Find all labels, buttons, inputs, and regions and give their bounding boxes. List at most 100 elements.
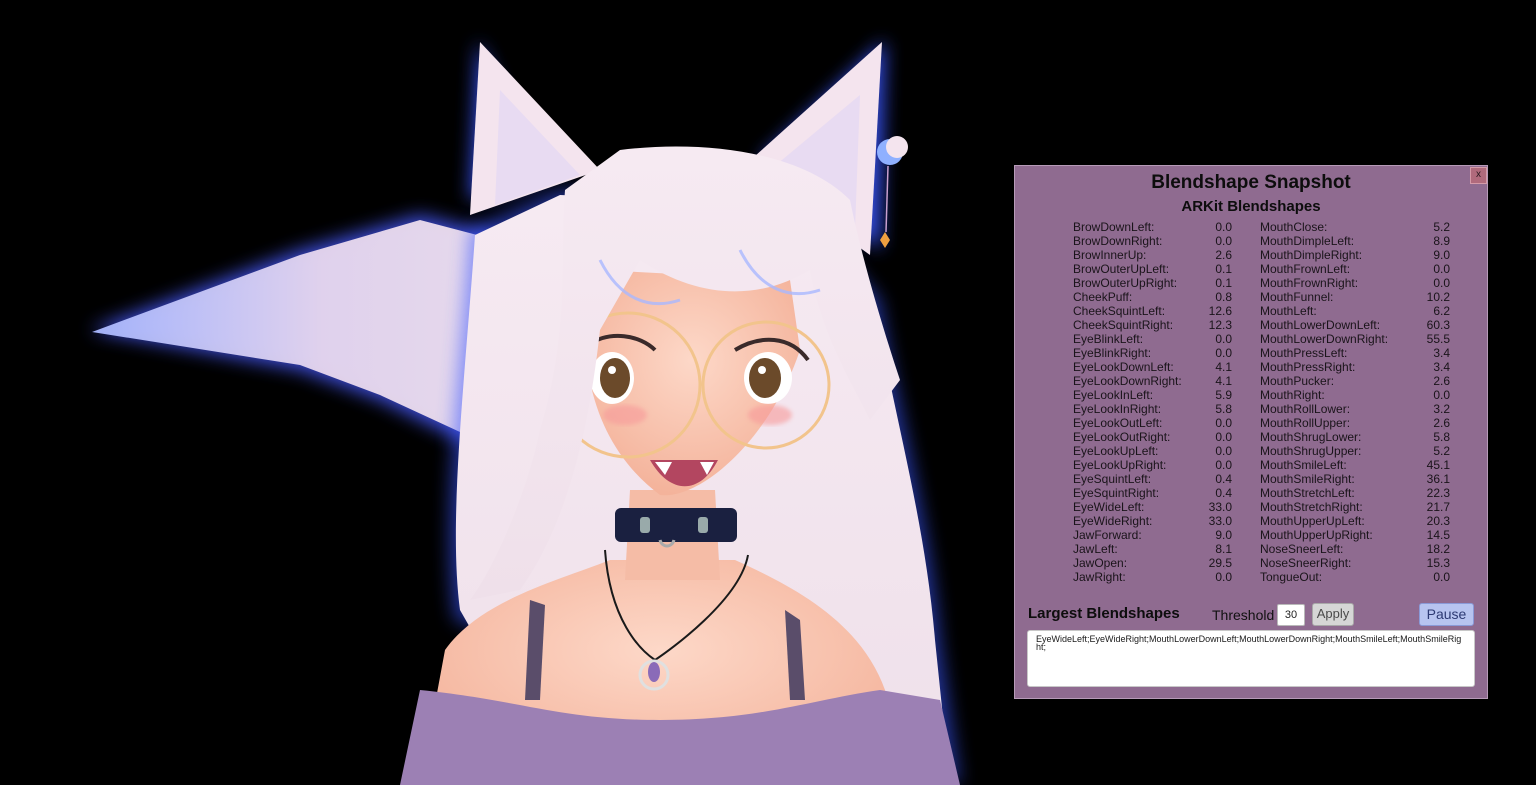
blendshape-value: 5.2 — [1433, 444, 1450, 458]
blendshape-value: 36.1 — [1426, 472, 1450, 486]
blendshape-value: 0.0 — [1433, 262, 1450, 276]
blendshape-value: 12.3 — [1208, 318, 1232, 332]
blendshape-row: EyeSquintLeft: 0.4 — [1073, 472, 1232, 486]
blendshape-value: 9.0 — [1215, 528, 1232, 542]
blendshape-row: MouthRollLower: 3.2 — [1260, 402, 1450, 416]
blendshape-value: 5.8 — [1433, 430, 1450, 444]
blendshape-name: BrowOuterUpRight: — [1073, 276, 1178, 290]
blendshape-value: 4.1 — [1215, 374, 1232, 388]
blendshape-value: 0.0 — [1215, 234, 1232, 248]
blendshape-name: CheekSquintLeft: — [1073, 304, 1166, 318]
blendshape-value: 0.0 — [1215, 570, 1232, 584]
blendshape-name: MouthPressRight: — [1260, 360, 1356, 374]
blendshape-name: NoseSneerLeft: — [1260, 542, 1344, 556]
blendshape-row: EyeSquintRight: 0.4 — [1073, 486, 1232, 500]
blendshape-value: 55.5 — [1426, 332, 1450, 346]
blendshape-row: MouthUpperUpLeft: 20.3 — [1260, 514, 1450, 528]
blendshape-row: JawForward: 9.0 — [1073, 528, 1232, 542]
blendshape-name: MouthPressLeft: — [1260, 346, 1348, 360]
blendshape-name: MouthUpperUpRight: — [1260, 528, 1373, 542]
largest-blendshapes-label: Largest Blendshapes — [1028, 605, 1180, 622]
blendshape-name: EyeWideRight: — [1073, 514, 1153, 528]
blendshape-name: MouthDimpleRight: — [1260, 248, 1363, 262]
blendshape-name: MouthLeft: — [1260, 304, 1317, 318]
blendshape-name: EyeLookInRight: — [1073, 402, 1162, 416]
panel-title: Blendshape Snapshot — [1151, 172, 1351, 193]
blendshape-name: MouthFrownLeft: — [1260, 262, 1351, 276]
blendshape-name: EyeLookOutLeft: — [1073, 416, 1163, 430]
blendshape-value: 3.4 — [1433, 360, 1450, 374]
blendshape-row: MouthUpperUpRight: 14.5 — [1260, 528, 1450, 542]
blendshape-value: 5.2 — [1433, 220, 1450, 234]
blendshape-row: MouthStretchRight: 21.7 — [1260, 500, 1450, 514]
blendshape-name: MouthLowerDownRight: — [1260, 332, 1389, 346]
blendshape-value: 0.0 — [1215, 332, 1232, 346]
blendshape-row: MouthRollUpper: 2.6 — [1260, 416, 1450, 430]
blendshape-value: 9.0 — [1433, 248, 1450, 262]
blendshape-row: EyeLookOutRight: 0.0 — [1073, 430, 1232, 444]
blendshape-value: 15.3 — [1426, 556, 1450, 570]
blendshape-value: 2.6 — [1215, 248, 1232, 262]
blendshape-row: EyeLookUpRight: 0.0 — [1073, 458, 1232, 472]
threshold-label: Threshold — [1212, 607, 1275, 623]
blendshape-name: MouthShrugLower: — [1260, 430, 1362, 444]
blendshape-name: NoseSneerRight: — [1260, 556, 1352, 570]
blendshape-row: MouthShrugUpper: 5.2 — [1260, 444, 1450, 458]
blendshape-row: MouthRight: 0.0 — [1260, 388, 1450, 402]
blendshape-value: 0.0 — [1433, 276, 1450, 290]
blendshape-name: EyeLookOutRight: — [1073, 430, 1171, 444]
blendshape-name: JawOpen: — [1073, 556, 1128, 570]
blendshape-name: EyeSquintRight: — [1073, 486, 1160, 500]
blendshape-name: BrowInnerUp: — [1073, 248, 1147, 262]
blendshape-value: 45.1 — [1426, 458, 1450, 472]
blendshape-name: MouthUpperUpLeft: — [1260, 514, 1365, 528]
blendshape-value: 0.4 — [1215, 486, 1232, 500]
blendshape-value: 33.0 — [1208, 500, 1232, 514]
blendshape-row: EyeLookDownRight: 4.1 — [1073, 374, 1232, 388]
blendshape-name: MouthRollLower: — [1260, 402, 1351, 416]
blendshape-row: MouthDimpleRight: 9.0 — [1260, 248, 1450, 262]
blendshape-row: EyeLookOutLeft: 0.0 — [1073, 416, 1232, 430]
blendshape-row: MouthShrugLower: 5.8 — [1260, 430, 1450, 444]
blendshape-value: 0.0 — [1215, 346, 1232, 360]
blendshape-row: MouthPressLeft: 3.4 — [1260, 346, 1450, 360]
blendshape-value: 0.0 — [1215, 430, 1232, 444]
blendshape-value: 18.2 — [1426, 542, 1450, 556]
blendshape-name: EyeWideLeft: — [1073, 500, 1145, 514]
blendshape-row: MouthPressRight: 3.4 — [1260, 360, 1450, 374]
blendshape-value: 22.3 — [1426, 486, 1450, 500]
blendshape-value: 6.2 — [1433, 304, 1450, 318]
blendshape-snapshot-panel: x Blendshape Snapshot ARKit Blendshapes … — [1014, 165, 1488, 699]
blendshape-value: 0.0 — [1215, 458, 1232, 472]
blendshape-row: BrowDownRight: 0.0 — [1073, 234, 1232, 248]
blendshape-row: MouthPucker: 2.6 — [1260, 374, 1450, 388]
blendshape-name: MouthFunnel: — [1260, 290, 1334, 304]
blendshape-row: MouthClose: 5.2 — [1260, 220, 1450, 234]
blendshape-value: 0.1 — [1215, 276, 1232, 290]
blendshape-name: MouthSmileLeft: — [1260, 458, 1347, 472]
blendshape-value: 3.2 — [1433, 402, 1450, 416]
blendshape-value: 0.0 — [1215, 220, 1232, 234]
blendshape-value: 20.3 — [1426, 514, 1450, 528]
blendshape-row: EyeWideRight: 33.0 — [1073, 514, 1232, 528]
blendshape-value: 2.6 — [1433, 374, 1450, 388]
pause-button[interactable]: Pause — [1419, 603, 1474, 626]
blendshape-value: 5.8 — [1215, 402, 1232, 416]
blendshape-name: EyeBlinkLeft: — [1073, 332, 1144, 346]
blendshape-name: CheekPuff: — [1073, 290, 1133, 304]
threshold-input[interactable] — [1277, 604, 1305, 626]
blendshape-value: 4.1 — [1215, 360, 1232, 374]
blendshape-value: 0.0 — [1433, 570, 1450, 584]
blendshape-value: 0.0 — [1433, 388, 1450, 402]
blendshape-row: CheekSquintRight: 12.3 — [1073, 318, 1232, 332]
largest-blendshapes-output[interactable]: EyeWideLeft;EyeWideRight;MouthLowerDownL… — [1027, 630, 1475, 687]
blendshape-name: MouthRollUpper: — [1260, 416, 1351, 430]
blendshape-value: 14.5 — [1426, 528, 1450, 542]
blendshape-value: 0.0 — [1215, 416, 1232, 430]
blendshape-name: EyeLookInLeft: — [1073, 388, 1154, 402]
blendshape-name: TongueOut: — [1260, 570, 1323, 584]
apply-button[interactable]: Apply — [1312, 603, 1354, 626]
blendshape-value: 0.0 — [1215, 444, 1232, 458]
blendshape-value: 60.3 — [1426, 318, 1450, 332]
blendshape-value: 0.1 — [1215, 262, 1232, 276]
